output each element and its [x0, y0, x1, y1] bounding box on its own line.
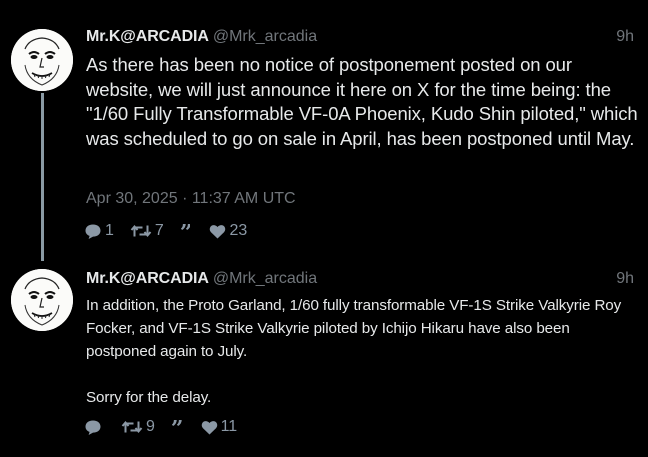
tweet-header: Mr.K@ARCADIA @Mrk_arcadia 9h: [86, 28, 634, 48]
repost-count: 7: [154, 222, 164, 239]
tweet-header: Mr.K@ARCADIA @Mrk_arcadia 9h: [86, 270, 634, 290]
comment-bubble-icon: [85, 224, 101, 239]
like-button[interactable]: 11: [201, 418, 238, 436]
reply-button[interactable]: [84, 419, 105, 436]
tweet-age[interactable]: 9h: [616, 270, 634, 288]
retweet-arrows-icon: [121, 420, 143, 434]
display-name[interactable]: Mr.K@ARCADIA: [86, 28, 209, 45]
avatar-face-icon: [11, 29, 73, 91]
like-button[interactable]: 23: [209, 222, 247, 240]
tweet-age[interactable]: 9h: [616, 28, 634, 46]
reply-count: 1: [105, 222, 114, 239]
quote-marks-icon: ”: [170, 420, 182, 434]
repost-button[interactable]: 7: [130, 222, 164, 240]
avatar[interactable]: [11, 269, 73, 331]
tweet-actions: 9 ” 11: [84, 416, 253, 438]
tweet-text: In addition, the Proto Garland, 1/60 ful…: [86, 297, 622, 406]
avatar[interactable]: [11, 29, 73, 91]
retweet-arrows-icon: [130, 224, 152, 238]
tweet-timestamp[interactable]: Apr 30, 2025 · 11:37 AM UTC: [86, 190, 296, 208]
quote-button[interactable]: ”: [171, 420, 185, 434]
heart-icon: [210, 224, 226, 238]
quote-marks-icon: ”: [179, 224, 191, 238]
user-handle[interactable]: @Mrk_arcadia: [213, 270, 317, 287]
comment-bubble-icon: [85, 420, 101, 435]
reply-button[interactable]: 1: [84, 222, 114, 240]
quote-button[interactable]: ”: [180, 224, 194, 238]
tweet-text: As there has been no notice of postponem…: [86, 54, 638, 149]
like-count: 11: [220, 418, 238, 435]
heart-icon: [201, 420, 217, 434]
like-count: 23: [229, 222, 248, 239]
repost-count: 9: [146, 418, 155, 435]
thread-connector-line: [41, 93, 44, 261]
display-name[interactable]: Mr.K@ARCADIA: [86, 270, 209, 287]
avatar-face-icon: [11, 269, 73, 331]
tweet-actions: 1 7 ” 23: [84, 220, 263, 242]
user-handle[interactable]: @Mrk_arcadia: [213, 28, 317, 45]
repost-button[interactable]: 9: [121, 418, 155, 436]
